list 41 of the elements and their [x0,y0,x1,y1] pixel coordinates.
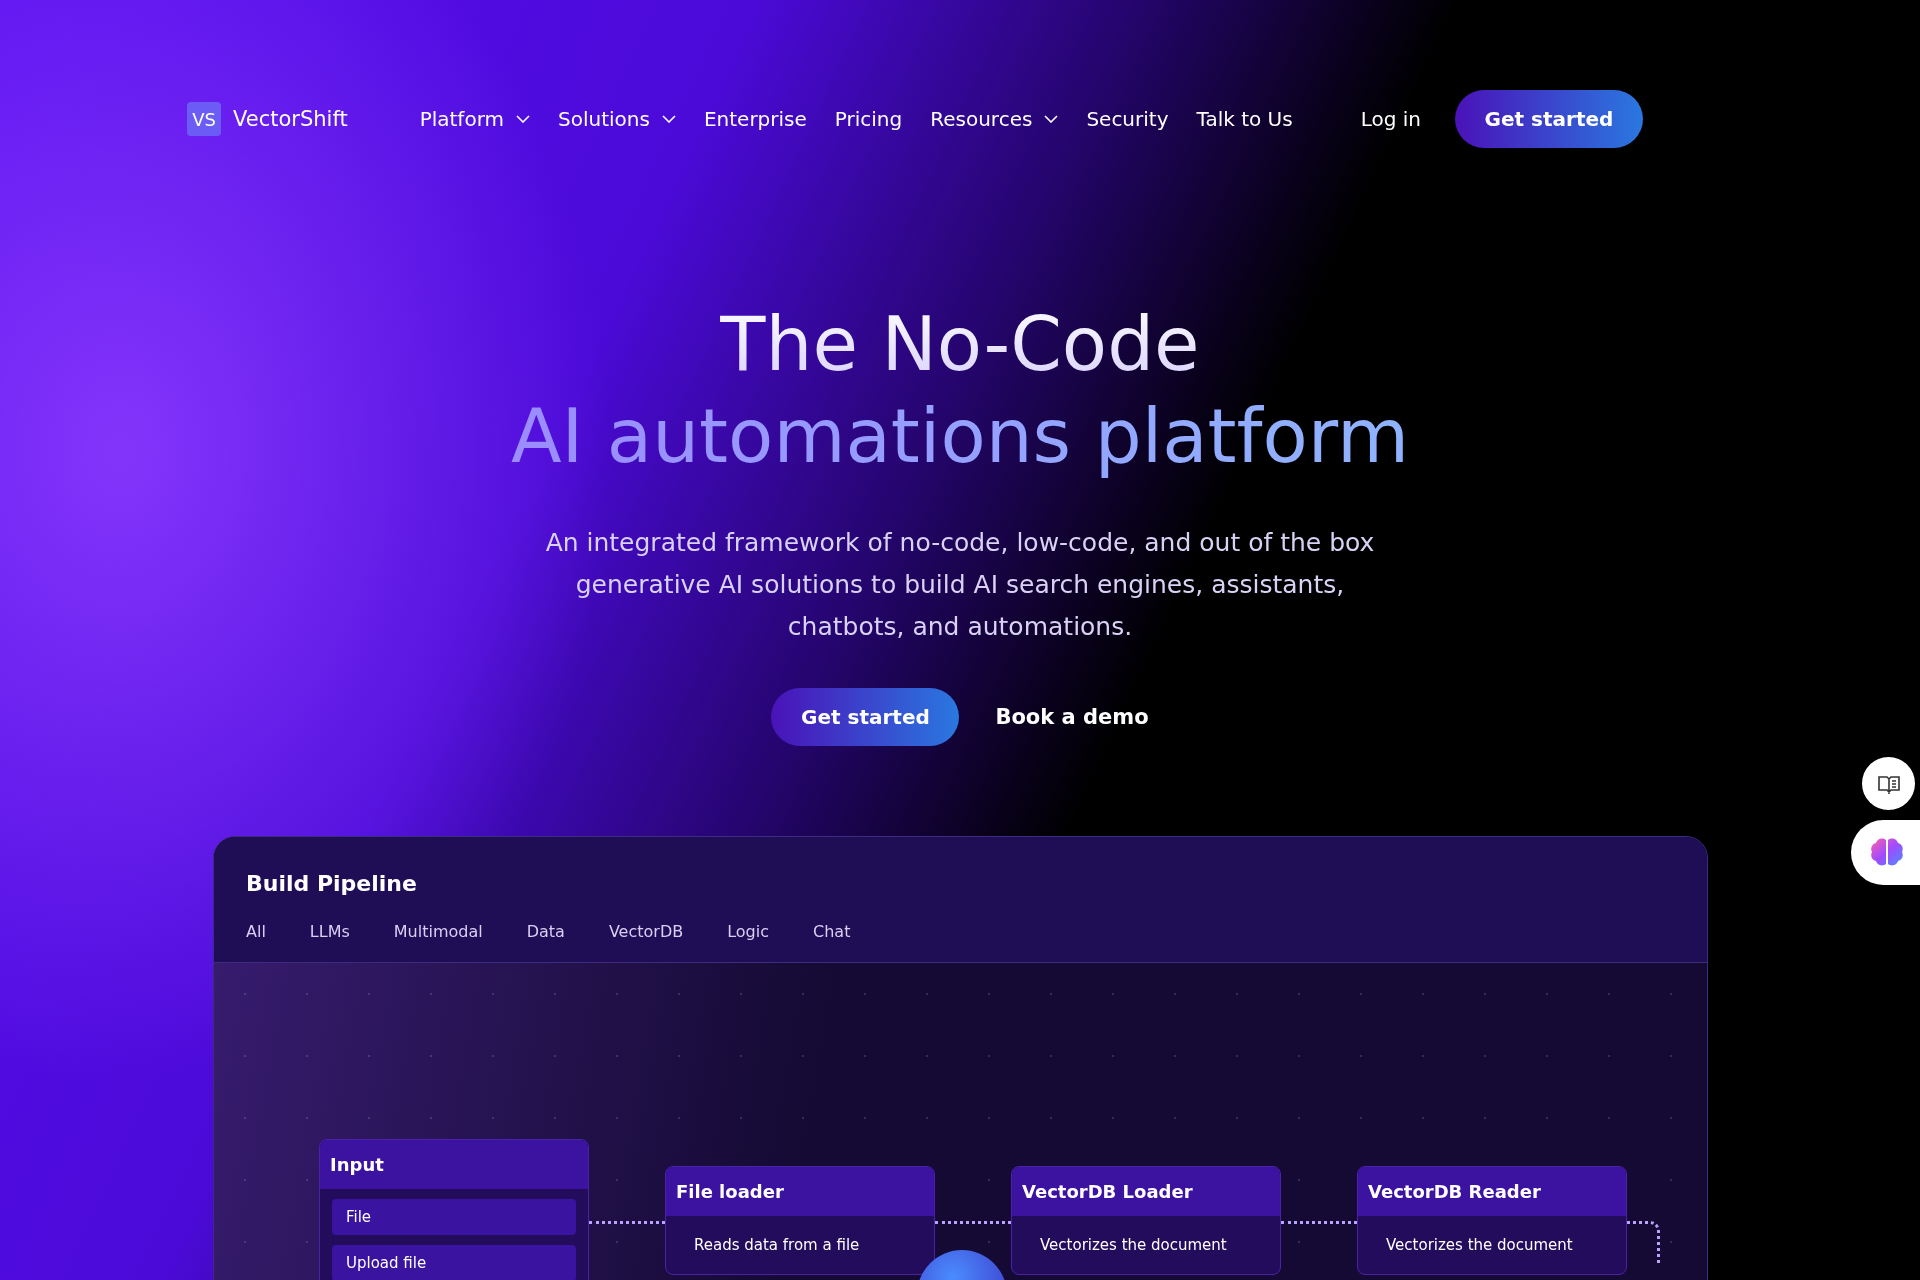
connector-line [1627,1221,1660,1264]
get-started-button[interactable]: Get started [1455,90,1643,148]
pipeline-node[interactable]: VectorDB Loader Vectorizes the document [1011,1166,1281,1275]
panel-title: Build Pipeline [246,871,418,896]
nav-link[interactable]: Solutions [558,107,676,131]
node-title: File loader [666,1167,934,1216]
nav-link[interactable]: Talk to Us [1196,107,1293,131]
category-tab[interactable]: Logic [727,922,769,941]
node-description: Vectorizes the document [1039,1235,1228,1256]
nav-link[interactable]: Resources [930,107,1059,131]
nav-link[interactable]: Security [1086,107,1169,131]
get-started-button[interactable]: Get started [771,688,960,746]
chevron-down-icon [661,115,676,123]
node-description: Vectorizes the document [1385,1235,1574,1256]
nav-link[interactable]: Enterprise [703,107,807,131]
node-title: VectorDB Loader [1012,1167,1280,1216]
category-tab[interactable]: Multimodal [393,922,483,941]
category-tab[interactable]: Chat [813,922,851,941]
nav-link[interactable]: Platform [419,107,530,131]
node-field[interactable]: Upload file [332,1245,576,1280]
category-tab[interactable]: LLMs [309,922,350,941]
chevron-down-icon [516,115,530,123]
category-tab[interactable]: All [246,922,266,941]
pipeline-node[interactable]: File loader Reads data from a file [665,1166,935,1275]
node-title: VectorDB Reader [1358,1167,1626,1216]
hero-subtitle: An integrated framework of no-code, low-code, and out of the box generative AI solutions to build AI search engines, assistants, chatbots, and automations. [544,527,1376,643]
logo-mark[interactable]: VS [187,102,221,136]
category-tab[interactable]: VectorDB [608,922,684,941]
brain-icon-button[interactable] [1851,820,1920,885]
pipeline-node[interactable]: VectorDB Reader Vectorizes the document [1357,1166,1627,1275]
book-icon-button[interactable] [1862,757,1915,810]
nav-link[interactable]: Pricing [834,107,903,131]
node-field[interactable]: File [332,1199,576,1235]
node-description: Reads data from a file [693,1235,861,1256]
logo-text[interactable]: VectorShift [233,107,348,131]
book-demo-link[interactable]: Book a demo [995,705,1149,729]
chevron-down-icon [1044,115,1059,123]
login-link[interactable]: Log in [1360,107,1421,131]
category-tab[interactable]: Data [526,922,565,941]
node-title: Input [320,1140,588,1189]
pipeline-node[interactable]: Input File Upload file [319,1139,589,1280]
